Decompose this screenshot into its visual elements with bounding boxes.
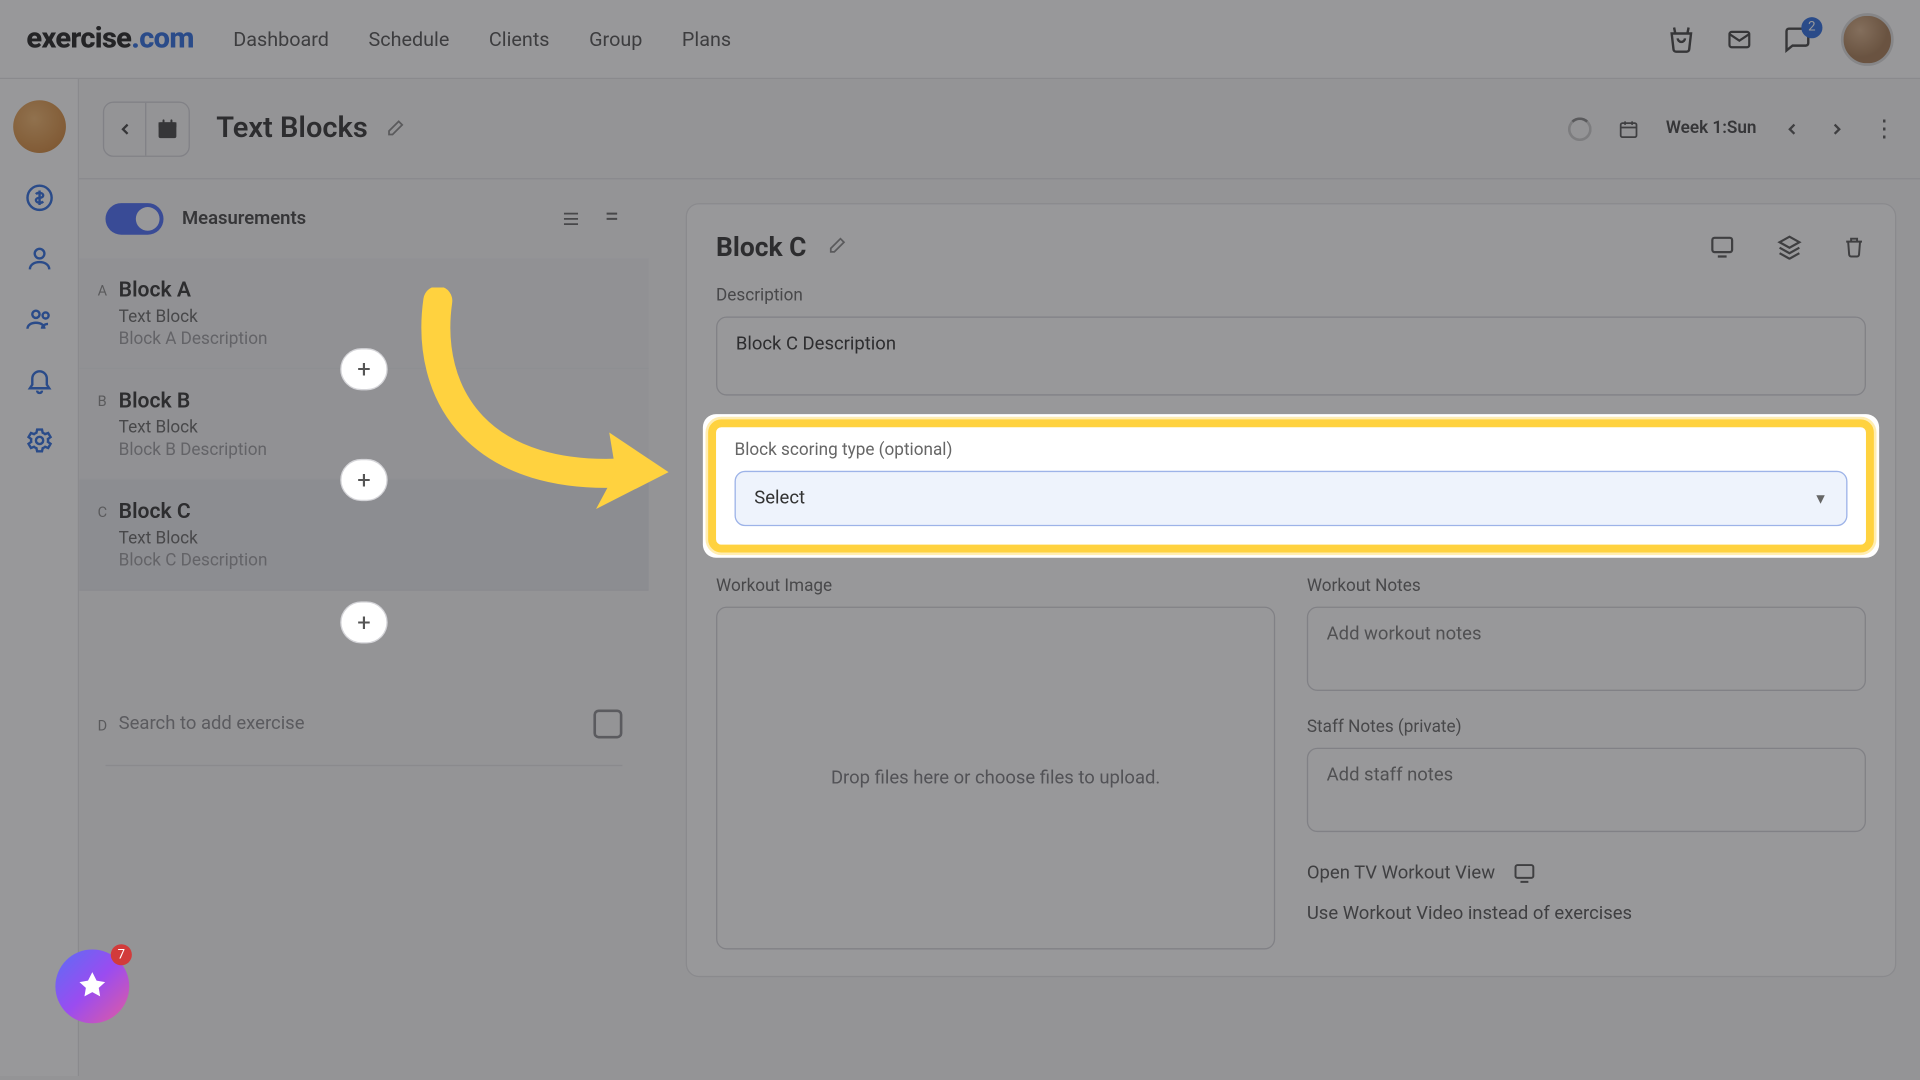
loading-spinner-icon	[1568, 117, 1592, 141]
bell-icon[interactable]	[23, 364, 55, 396]
dollar-icon[interactable]	[23, 182, 55, 214]
video-row[interactable]: Use Workout Video instead of exercises	[1307, 903, 1866, 924]
tv-view-row[interactable]: Open TV Workout View	[1307, 861, 1866, 885]
block-letter: C	[98, 504, 107, 521]
nav-schedule[interactable]: Schedule	[369, 27, 450, 51]
workout-image-label: Workout Image	[716, 576, 1275, 596]
staff-notes-label: Staff Notes (private)	[1307, 717, 1866, 737]
staff-notes-input[interactable]	[1307, 748, 1866, 832]
add-block-after-b[interactable]: +	[340, 459, 387, 501]
page-header-right: Week 1:Sun ⋮	[1568, 115, 1896, 143]
video-label: Use Workout Video instead of exercises	[1307, 903, 1632, 924]
mail-icon[interactable]	[1725, 24, 1754, 53]
measurements-row: Measurements	[79, 203, 649, 235]
back-button[interactable]	[104, 102, 146, 155]
gear-icon[interactable]	[23, 425, 55, 457]
divider	[105, 765, 622, 766]
block-desc: Block A Description	[119, 330, 623, 350]
trash-icon[interactable]	[1842, 233, 1866, 259]
block-type: Text Block	[119, 307, 623, 327]
topbar-actions: 2	[1667, 13, 1894, 66]
user-avatar[interactable]	[1841, 13, 1894, 66]
person-icon[interactable]	[23, 243, 55, 275]
block-type: Text Block	[119, 418, 623, 438]
prev-week-button[interactable]	[1783, 119, 1801, 137]
left-rail	[0, 79, 79, 1076]
block-name: Block B	[119, 388, 623, 413]
shopping-bag-icon[interactable]	[1667, 24, 1696, 53]
tv-view-label: Open TV Workout View	[1307, 862, 1495, 883]
layers-icon[interactable]	[1776, 233, 1802, 259]
block-card: Block C	[686, 203, 1897, 977]
list-view-icon[interactable]	[559, 208, 583, 229]
back-calendar-group	[103, 101, 190, 156]
add-block-after-a[interactable]: +	[340, 348, 387, 390]
edit-block-title-icon[interactable]	[825, 236, 846, 257]
logo-text-2: .com	[131, 22, 193, 55]
calendar-small-icon[interactable]	[1618, 118, 1639, 139]
scoring-label: Block scoring type (optional)	[735, 440, 1848, 460]
chevron-down-icon: ▼	[1813, 490, 1827, 507]
description-label: Description	[716, 286, 1866, 306]
block-type: Text Block	[119, 529, 623, 549]
card-header: Block C	[716, 231, 1866, 263]
measurements-toggle[interactable]	[105, 203, 163, 235]
nav-plans[interactable]: Plans	[682, 27, 731, 51]
block-letter: B	[98, 393, 107, 410]
chat-badge: 2	[1801, 16, 1822, 37]
scoring-select[interactable]: Select ▼	[735, 471, 1848, 526]
measurements-label: Measurements	[182, 208, 306, 229]
week-label[interactable]: Week 1:Sun	[1666, 119, 1757, 139]
block-name: Block C	[119, 498, 623, 523]
people-icon[interactable]	[23, 303, 55, 335]
support-badge: 7	[111, 944, 132, 965]
page-title: Text Blocks	[216, 112, 367, 145]
next-week-button[interactable]	[1828, 119, 1846, 137]
tv-small-icon	[1511, 861, 1537, 885]
scoring-section: Block scoring type (optional) Select ▼	[708, 419, 1874, 552]
dropzone-text: Drop files here or choose files to uploa…	[831, 767, 1160, 788]
image-dropzone[interactable]: Drop files here or choose files to uploa…	[716, 607, 1275, 950]
main-nav: Dashboard Schedule Clients Group Plans	[233, 27, 731, 51]
block-list: A Block A Text Block Block A Description…	[79, 258, 649, 643]
block-desc: Block C Description	[119, 551, 623, 571]
calendar-icon[interactable]	[146, 102, 188, 155]
nav-dashboard[interactable]: Dashboard	[233, 27, 329, 51]
nav-clients[interactable]: Clients	[489, 27, 550, 51]
scoring-select-value: Select	[754, 488, 805, 509]
support-widget[interactable]: 7	[55, 949, 129, 1023]
nav-group[interactable]: Group	[589, 27, 642, 51]
block-name: Block A	[119, 277, 623, 302]
card-title: Block C	[716, 231, 806, 263]
block-detail: Block C	[649, 179, 1920, 1076]
topbar: exercise.com Dashboard Schedule Clients …	[0, 0, 1920, 79]
page-header: Text Blocks Week 1:Sun ⋮	[79, 79, 1920, 179]
logo: exercise.com	[26, 22, 193, 55]
workout-notes-input[interactable]	[1307, 607, 1866, 691]
tv-icon[interactable]	[1708, 233, 1737, 259]
block-desc: Block B Description	[119, 440, 623, 460]
block-letter: A	[98, 282, 107, 299]
edit-title-icon[interactable]	[384, 118, 405, 139]
more-menu-icon[interactable]: ⋮	[1873, 115, 1897, 143]
blocks-sidebar: Measurements A B	[79, 179, 649, 1076]
exercise-letter: D	[98, 717, 108, 734]
description-input[interactable]: Block C Description	[716, 316, 1866, 395]
add-block-after-c[interactable]: +	[340, 601, 387, 643]
compact-view-icon[interactable]	[601, 208, 622, 229]
workout-notes-label: Workout Notes	[1307, 576, 1866, 596]
exercise-search-placeholder: Search to add exercise	[119, 713, 305, 734]
exercise-search-row[interactable]: D Search to add exercise	[79, 696, 649, 751]
logo-text-1: exercise	[26, 22, 131, 55]
chat-icon[interactable]: 2	[1783, 24, 1812, 53]
client-avatar[interactable]	[13, 100, 66, 153]
exercise-checkbox-icon[interactable]	[593, 709, 622, 738]
